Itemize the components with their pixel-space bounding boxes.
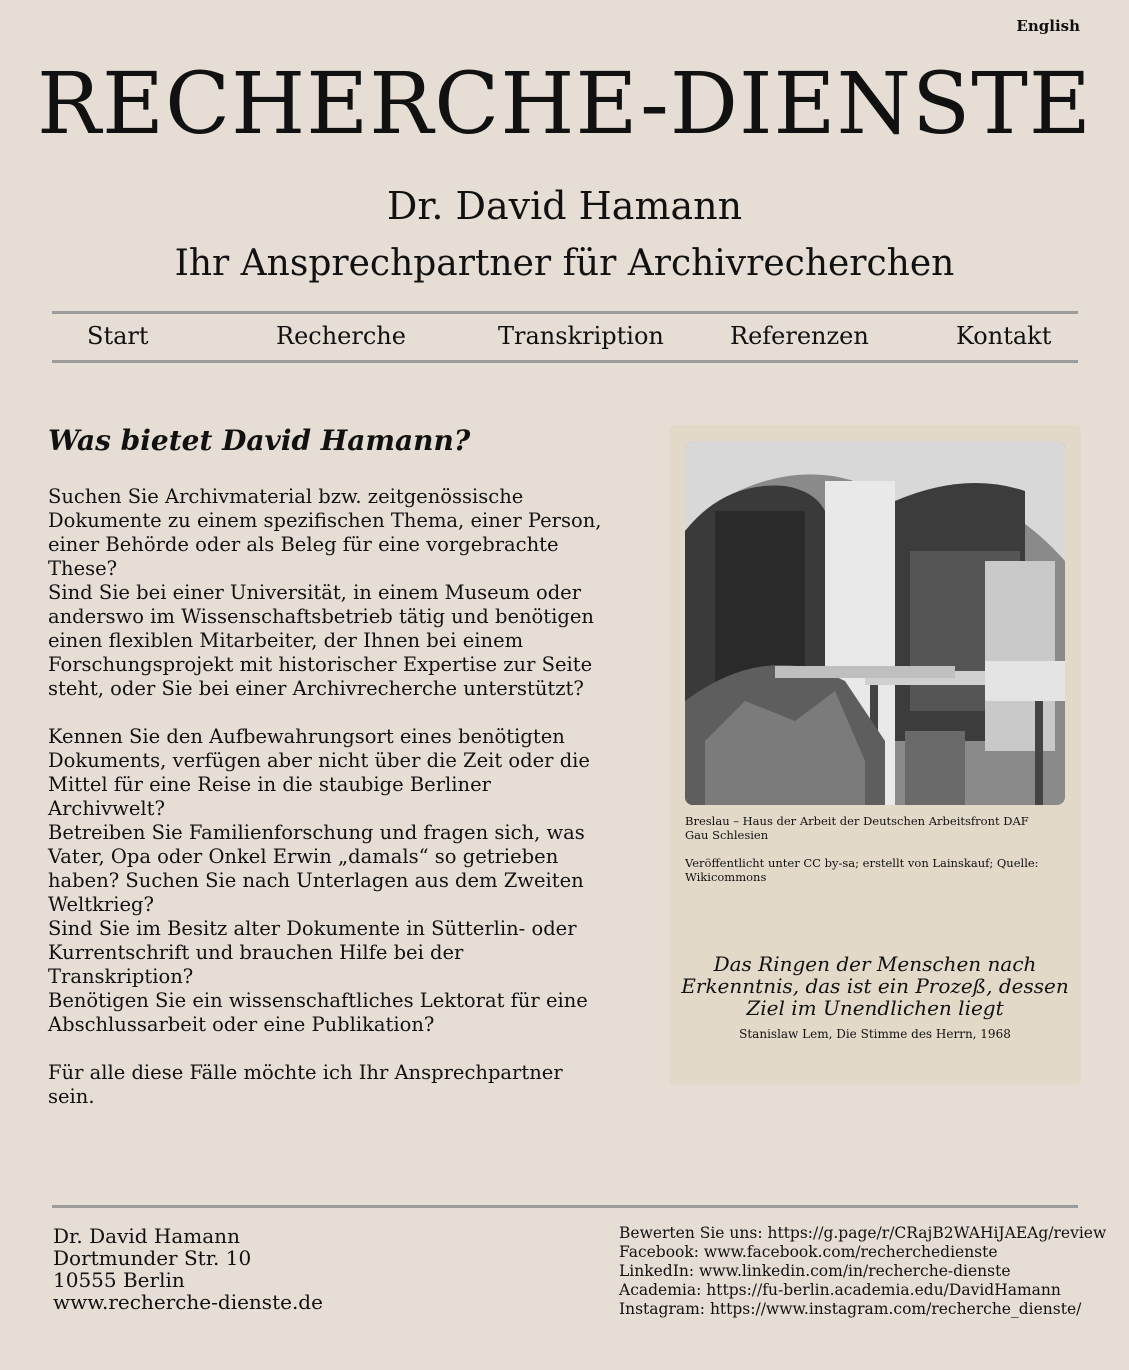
nav-item-transkription[interactable]: Transkription (498, 322, 664, 350)
section-heading: Was bietet David Hamann? (48, 424, 471, 457)
tagline: Ihr Ansprechpartner für Archivrecherchen (174, 243, 955, 284)
site-title: RECHERCHE-DIENSTE (37, 55, 1092, 154)
address-name: Dr. David Hamann (53, 1224, 240, 1248)
intro-paragraph-4: Betreiben Sie Familienforschung und frag… (48, 821, 585, 916)
nav-item-start[interactable]: Start (87, 322, 149, 350)
quote-text: Das Ringen der Menschen nach Erkenntnis,… (681, 952, 1069, 1020)
instagram-link[interactable]: Instagram: https://www.instagram.com/rec… (619, 1300, 1106, 1319)
quote-source: Stanislaw Lem, Die Stimme des Herrn, 196… (739, 1027, 1011, 1041)
address-street: Dortmunder Str. 10 (53, 1246, 252, 1270)
archive-photo (685, 441, 1065, 805)
sidebar-box: Breslau – Haus der Arbeit der Deutschen … (669, 425, 1081, 1085)
review-link[interactable]: Bewerten Sie uns: https://g.page/r/CRajB… (619, 1224, 1106, 1243)
nav-item-kontakt[interactable]: Kontakt (956, 322, 1051, 350)
footer-divider (52, 1205, 1078, 1208)
footer-address: Dr. David Hamann Dortmunder Str. 10 1055… (53, 1225, 323, 1313)
footer-links: Bewerten Sie uns: https://g.page/r/CRajB… (619, 1224, 1106, 1319)
facebook-link[interactable]: Facebook: www.facebook.com/recherchedien… (619, 1243, 1106, 1262)
intro-paragraph-2: Sind Sie bei einer Universität, in einem… (48, 581, 594, 700)
photo-caption: Breslau – Haus der Arbeit der Deutschen … (685, 814, 1029, 842)
linkedin-link[interactable]: LinkedIn: www.linkedin.com/in/recherche-… (619, 1262, 1106, 1281)
academia-link[interactable]: Academia: https://fu-berlin.academia.edu… (619, 1281, 1106, 1300)
nav-item-referenzen[interactable]: Referenzen (730, 322, 869, 350)
intro-paragraph-6: Benötigen Sie ein wissenschaftliches Lek… (48, 989, 588, 1036)
address-website: www.recherche-dienste.de (53, 1290, 323, 1314)
owner-name: Dr. David Hamann (386, 184, 743, 228)
address-city: 10555 Berlin (53, 1268, 185, 1292)
photo-credit: Veröffentlicht unter CC by-sa; erstellt … (685, 856, 1039, 884)
intro-paragraph-3: Kennen Sie den Aufbewahrungsort eines be… (48, 725, 590, 820)
language-switch-link[interactable]: English (1016, 17, 1080, 35)
intro-paragraph-1: Suchen Sie Archivmaterial bzw. zeitgenös… (48, 485, 602, 580)
nav-item-recherche[interactable]: Recherche (276, 322, 406, 350)
intro-paragraph-7: Für alle diese Fälle möchte ich Ihr Ansp… (48, 1061, 563, 1108)
main-nav: Start Recherche Transkription Referenzen… (52, 311, 1078, 363)
intro-paragraph-5: Sind Sie im Besitz alter Dokumente in Sü… (48, 917, 577, 988)
